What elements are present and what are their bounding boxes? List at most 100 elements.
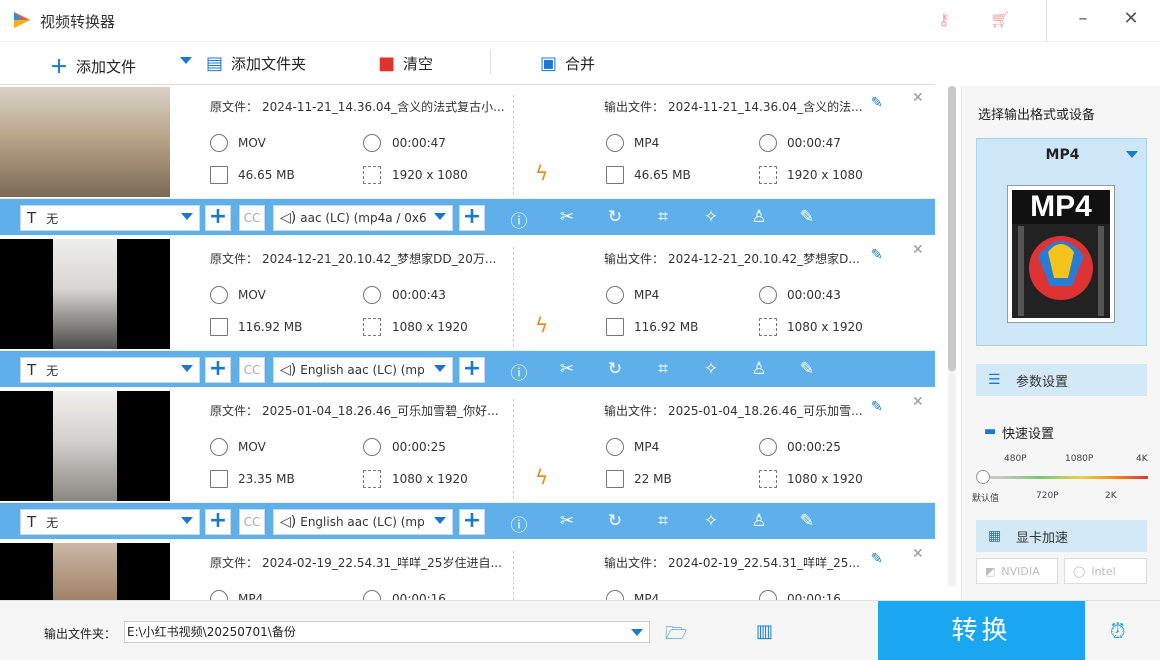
effects-icon[interactable]: ✧ xyxy=(700,207,722,227)
scissors-icon[interactable]: ✂ xyxy=(556,511,578,531)
pencil-icon[interactable]: ✎ xyxy=(871,551,883,567)
intel-option[interactable]: ◯ Intel xyxy=(1064,558,1147,584)
info-icon[interactable]: ⓘ xyxy=(508,207,530,232)
subtitle-select[interactable]: T 无 xyxy=(20,509,200,535)
crop-icon[interactable]: ⌗ xyxy=(652,207,674,227)
output-format-name: MP4 xyxy=(1045,147,1080,163)
chevron-down-icon xyxy=(181,213,193,220)
source-filename: 2024-12-21_20.10.42_梦想家DD_20万... xyxy=(262,252,497,266)
pencil-icon[interactable]: ✎ xyxy=(871,399,883,415)
file-size-icon xyxy=(606,470,624,488)
output-format-selector[interactable]: MP4 MP4 xyxy=(976,138,1147,346)
add-folder-label: 添加文件夹 xyxy=(231,55,307,73)
chevron-down-icon xyxy=(434,365,446,372)
scissors-icon[interactable]: ✂ xyxy=(556,207,578,227)
rotate-icon[interactable]: ↻ xyxy=(604,511,626,531)
chevron-down-icon xyxy=(181,365,193,372)
edit-subtitle-icon[interactable]: ✎ xyxy=(796,359,818,379)
speaker-icon: ◁) xyxy=(280,514,297,530)
watermark-icon[interactable]: ♙ xyxy=(748,359,770,379)
pencil-icon[interactable]: ✎ xyxy=(871,95,883,111)
quality-slider-track[interactable] xyxy=(982,476,1148,479)
crop-icon[interactable]: ⌗ xyxy=(652,359,674,379)
add-audio-button[interactable]: + xyxy=(459,205,485,231)
audio-track-select[interactable]: ◁) aac (LC) (mp4a / 0x6 xyxy=(273,205,453,231)
cc-icon[interactable]: CC xyxy=(239,205,265,231)
pencil-icon[interactable]: ✎ xyxy=(871,247,883,263)
add-audio-button[interactable]: + xyxy=(459,509,485,535)
close-window-button[interactable]: ✕ xyxy=(1116,8,1146,29)
close-icon[interactable]: ✕ xyxy=(912,546,924,562)
format-icon xyxy=(606,286,624,304)
add-subtitle-button[interactable]: + xyxy=(205,509,231,535)
add-file-dropdown-icon[interactable] xyxy=(180,57,192,64)
format-icon xyxy=(210,286,228,304)
subtitle-select[interactable]: T 无 xyxy=(20,205,200,231)
minimize-button[interactable]: – xyxy=(1068,8,1098,29)
close-icon[interactable]: ✕ xyxy=(912,394,924,410)
cc-icon[interactable]: CC xyxy=(239,357,265,383)
close-icon[interactable]: ✕ xyxy=(912,242,924,258)
params-settings-button[interactable]: ☰ 参数设置 xyxy=(976,364,1147,396)
output-duration: 00:00:47 xyxy=(787,136,841,150)
edit-subtitle-icon[interactable]: ✎ xyxy=(796,207,818,227)
edit-subtitle-icon[interactable]: ✎ xyxy=(796,511,818,531)
source-label: 原文件： xyxy=(210,556,259,570)
video-thumbnail[interactable] xyxy=(0,87,170,197)
audio-track-select[interactable]: ◁) English aac (LC) (mp xyxy=(273,509,453,535)
gpu-accel-button[interactable]: ▦ 显卡加速 xyxy=(976,520,1147,552)
cc-icon[interactable]: CC xyxy=(239,509,265,535)
add-audio-button[interactable]: + xyxy=(459,357,485,383)
output-folder-path: E:\小红书视频\20250701\备份 xyxy=(127,625,296,639)
add-subtitle-button[interactable]: + xyxy=(205,357,231,383)
nvidia-option[interactable]: ◩ NVIDIA xyxy=(976,558,1058,584)
speed-settings-title: 快速设置 xyxy=(1002,427,1055,442)
video-thumbnail[interactable] xyxy=(0,239,170,349)
scrollbar-thumb[interactable] xyxy=(948,86,956,371)
format-icon xyxy=(210,134,228,152)
output-format: MP4 xyxy=(634,440,660,454)
merge-button[interactable]: ▣ 合并 xyxy=(540,53,595,74)
effects-icon[interactable]: ✧ xyxy=(700,511,722,531)
add-folder-button[interactable]: ▤ 添加文件夹 xyxy=(206,53,306,74)
output-format: MP4 xyxy=(634,136,660,150)
tick-1080p: 1080P xyxy=(1065,454,1094,464)
cart-icon[interactable]: 🛒︎ xyxy=(990,10,1010,29)
open-folder-icon[interactable]: 🗁︎ xyxy=(665,621,687,651)
rotate-icon[interactable]: ↻ xyxy=(604,359,626,379)
clock-icon xyxy=(759,438,777,456)
info-icon[interactable]: ⓘ xyxy=(508,359,530,384)
audio-track-select[interactable]: ◁) English aac (LC) (mp xyxy=(273,357,453,383)
chevron-down-icon xyxy=(434,517,446,524)
close-icon[interactable]: ✕ xyxy=(912,90,924,106)
output-folder-select[interactable]: E:\小红书视频\20250701\备份 xyxy=(124,621,650,643)
scissors-icon[interactable]: ✂ xyxy=(556,359,578,379)
watermark-icon[interactable]: ♙ xyxy=(748,207,770,227)
clock-icon xyxy=(759,134,777,152)
crop-icon[interactable]: ⌗ xyxy=(652,511,674,531)
subtitle-select[interactable]: T 无 xyxy=(20,357,200,383)
title-divider xyxy=(1046,0,1047,42)
list-scrollbar[interactable] xyxy=(948,86,956,586)
output-duration: 00:00:25 xyxy=(787,440,841,454)
card-divider xyxy=(513,247,514,347)
info-icon[interactable]: ⓘ xyxy=(508,511,530,536)
audio-track-value: English aac (LC) (mp xyxy=(300,515,425,529)
watermark-icon[interactable]: ♙ xyxy=(748,511,770,531)
video-thumbnail[interactable] xyxy=(0,543,170,600)
key-icon[interactable]: ⚷ xyxy=(938,10,950,29)
clock-icon xyxy=(759,590,777,600)
mp4-format-icon: MP4 xyxy=(1007,185,1115,323)
add-subtitle-button[interactable]: + xyxy=(205,205,231,231)
quality-slider-knob[interactable] xyxy=(976,470,990,484)
subtitle-value: 无 xyxy=(46,515,59,530)
convert-button[interactable]: 转换 xyxy=(878,601,1085,660)
effects-icon[interactable]: ✧ xyxy=(700,359,722,379)
add-file-button[interactable]: ＋ 添加文件 xyxy=(50,53,136,79)
clock-icon xyxy=(363,590,381,600)
video-output-icon[interactable]: ▥ xyxy=(756,621,773,642)
rotate-icon[interactable]: ↻ xyxy=(604,207,626,227)
clear-button[interactable]: ■ 清空 xyxy=(378,53,433,74)
alarm-clock-icon[interactable]: ⏰︎ xyxy=(1110,619,1126,643)
video-thumbnail[interactable] xyxy=(0,391,170,501)
